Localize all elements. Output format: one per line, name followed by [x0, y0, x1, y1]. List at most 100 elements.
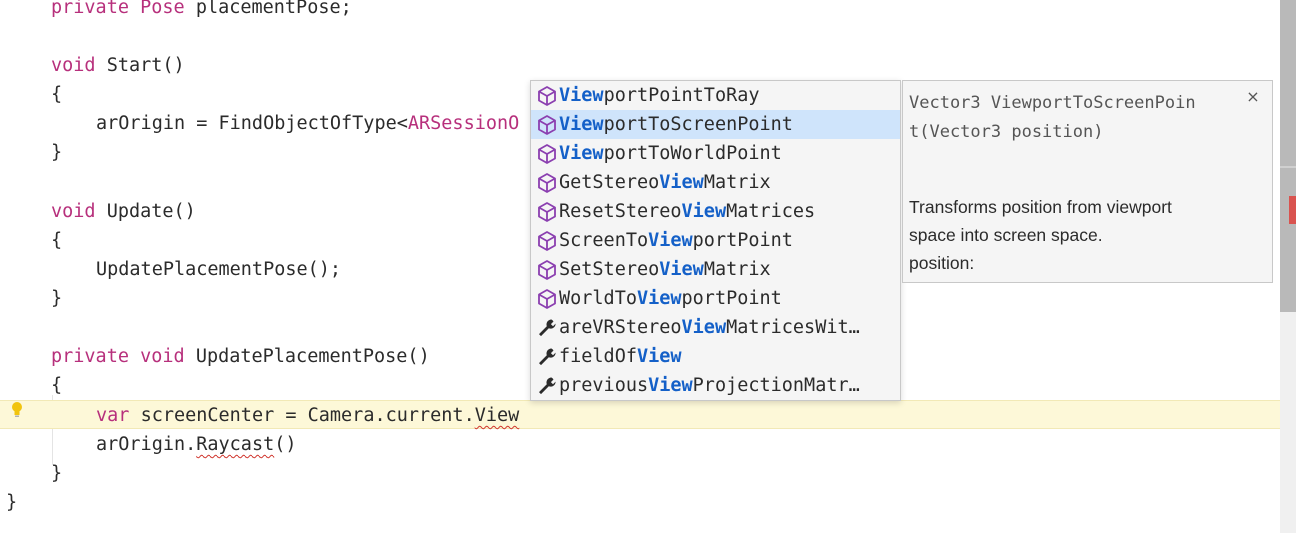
label-part: GetStereo [559, 172, 660, 193]
label-part: View [636, 288, 682, 309]
code-text: UpdatePlacementPose() [195, 346, 430, 367]
label-part: View [681, 201, 727, 222]
method-cube-icon [536, 143, 558, 165]
keyword: private [51, 346, 129, 367]
brace: } [51, 142, 63, 163]
brace: { [51, 84, 63, 105]
completion-list[interactable]: ViewportPointToRay ViewportToScreenPoint V… [530, 80, 901, 401]
method-cube-icon [536, 114, 558, 136]
completion-item-label: ViewportToWorldPoint [559, 139, 782, 168]
label-part: View [559, 143, 604, 164]
code-text: arOrigin = FindObjectOfType< [96, 113, 408, 134]
lightbulb-icon[interactable] [10, 401, 24, 419]
completion-item-label: areVRStereoViewMatricesWit… [559, 313, 860, 342]
type-name: Pose [140, 0, 185, 18]
label-part: View [681, 317, 727, 338]
completion-item[interactable]: previousViewProjectionMatr… [531, 371, 900, 400]
completion-item[interactable]: ResetStereoViewMatrices [531, 197, 900, 226]
label-part: View [648, 230, 693, 251]
code-line-start-signature[interactable]: void Start() [0, 51, 1280, 80]
code-text: Update() [106, 201, 196, 222]
code-text: arOrigin. [96, 434, 197, 455]
completion-item[interactable]: GetStereoViewMatrix [531, 168, 900, 197]
completion-item[interactable]: ViewportPointToRay [531, 81, 900, 110]
label-part: WorldTo [559, 288, 637, 309]
label-part: portToWorldPoint [603, 143, 782, 164]
error-token: View [474, 405, 520, 426]
completion-item[interactable]: WorldToViewportPoint [531, 284, 900, 313]
label-part: areVRStereo [559, 317, 682, 338]
signature-line: t(Vector3 position) [909, 122, 1104, 142]
method-description: Transforms position from viewport space … [909, 193, 1249, 277]
completion-item-label: previousViewProjectionMatr… [559, 371, 860, 400]
code-text: () [274, 434, 297, 455]
keyword: private [51, 0, 129, 18]
completion-item-label: ViewportToScreenPoint [559, 110, 793, 139]
close-icon[interactable]: × [1243, 87, 1263, 107]
description-line: position: [909, 253, 975, 273]
keyword: void [51, 55, 96, 76]
label-part: ScreenTo [559, 230, 649, 251]
completion-item-label: WorldToViewportPoint [559, 284, 782, 313]
method-cube-icon [536, 230, 558, 252]
label-part: portPoint [681, 288, 782, 309]
description-line: space into screen space. [909, 225, 1103, 245]
completion-item-label: ResetStereoViewMatrices [559, 197, 815, 226]
method-cube-icon [536, 172, 558, 194]
label-part: portPoint [692, 230, 793, 251]
label-part: View [659, 172, 704, 193]
label-part: ResetStereo [559, 201, 682, 222]
label-part: View [636, 346, 682, 367]
brace: { [51, 375, 63, 396]
property-wrench-icon [536, 317, 558, 339]
label-part: fieldOf [559, 346, 637, 367]
label-part: previous [559, 375, 649, 396]
code-line-placement-pose[interactable]: private Pose placementPose; [0, 0, 1280, 22]
completion-item[interactable]: ViewportToWorldPoint [531, 139, 900, 168]
method-cube-icon [536, 259, 558, 281]
code-text: placementPose; [195, 0, 352, 18]
completion-item-label: ViewportPointToRay [559, 81, 760, 110]
code-line-brace-close[interactable]: } [0, 459, 1280, 488]
vertical-scrollbar-thumb[interactable] [1280, 0, 1296, 312]
method-signature: Vector3 ViewportToScreenPoin t(Vector3 po… [909, 89, 1239, 147]
type-name: ARSessionO [407, 113, 520, 134]
description-line: Transforms position from viewport [909, 197, 1172, 217]
label-part: MatricesWit… [726, 317, 860, 338]
method-cube-icon [536, 288, 558, 310]
code-line-raycast[interactable]: arOrigin.Raycast() [0, 430, 1280, 459]
label-part: portToScreenPoint [603, 114, 793, 135]
property-wrench-icon [536, 346, 558, 368]
brace: { [51, 230, 63, 251]
label-part: Matrix [703, 259, 771, 280]
documentation-tooltip: Vector3 ViewportToScreenPoin t(Vector3 po… [902, 80, 1273, 283]
label-part: ProjectionMatr… [692, 375, 860, 396]
code-text: Start() [106, 55, 185, 76]
completion-item[interactable]: SetStereoViewMatrix [531, 255, 900, 284]
code-line-screen-center[interactable]: var screenCenter = Camera.current.View [0, 400, 1280, 429]
completion-item[interactable]: ViewportToScreenPoint [531, 110, 900, 139]
label-part: View [559, 114, 604, 135]
label-part: View [559, 85, 604, 106]
code-line-class-brace-close[interactable]: } [0, 488, 1280, 517]
code-text: screenCenter = Camera.current. [140, 405, 475, 426]
label-part: View [659, 259, 704, 280]
error-scroll-marker [1289, 196, 1296, 224]
method-cube-icon [536, 201, 558, 223]
label-part: Matrices [726, 201, 816, 222]
label-part: Matrix [703, 172, 771, 193]
code-text: UpdatePlacementPose(); [96, 259, 342, 280]
method-cube-icon [536, 85, 558, 107]
completion-item[interactable]: fieldOfView [531, 342, 900, 371]
brace: } [51, 288, 63, 309]
brace: } [51, 463, 63, 484]
brace: } [6, 492, 18, 513]
completion-item[interactable]: areVRStereoViewMatricesWit… [531, 313, 900, 342]
keyword: void [51, 201, 96, 222]
error-token: Raycast [196, 434, 275, 455]
keyword: void [140, 346, 185, 367]
completion-item[interactable]: ScreenToViewportPoint [531, 226, 900, 255]
signature-line: Vector3 ViewportToScreenPoin [909, 93, 1196, 113]
label-part: View [648, 375, 693, 396]
completion-item-label: fieldOfView [559, 342, 682, 371]
